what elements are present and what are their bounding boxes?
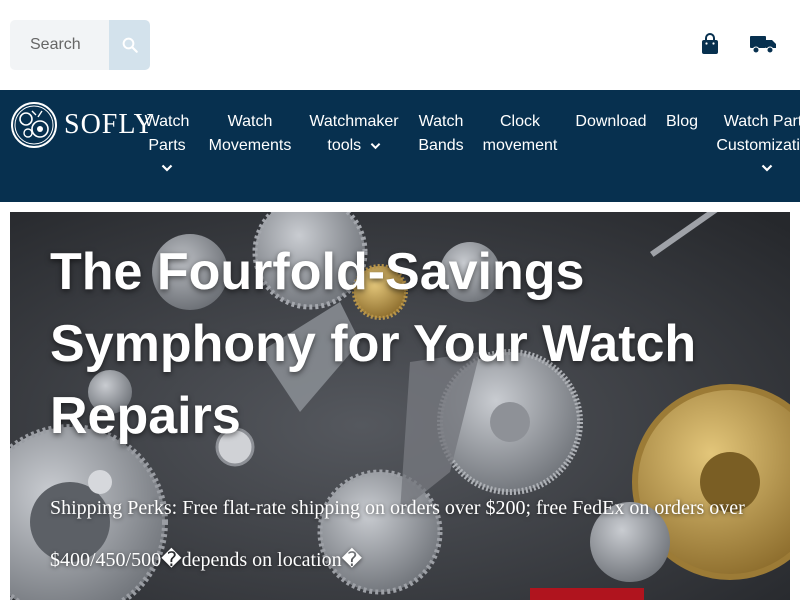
delivery-truck-icon [750, 36, 776, 54]
hero-subtitle: Shipping Perks: Free flat-rate shipping … [50, 497, 745, 571]
main-navigation: SOFLY Watch Parts Watch Movements Watchm… [0, 90, 800, 202]
nav-label: Download [575, 113, 647, 130]
nav-label-line2: Bands [418, 137, 464, 154]
nav-item-watch-bands[interactable]: Watch Bands [414, 110, 468, 158]
nav-item-watch-parts[interactable]: Watch Parts [142, 110, 192, 172]
nav-label-line1: Watch [227, 113, 273, 130]
search-bar [10, 20, 150, 70]
nav-item-watch-parts-customization[interactable]: Watch Parts Customization [714, 110, 800, 172]
chevron-down-icon [161, 164, 173, 172]
nav-item-watch-movements[interactable]: Watch Movements [205, 110, 295, 158]
brand-logo[interactable]: SOFLY [10, 100, 155, 150]
chevron-down-icon [370, 142, 380, 150]
gear-logo-icon [11, 102, 57, 148]
cart-button[interactable] [695, 30, 725, 58]
nav-label-line2: Parts [148, 137, 186, 154]
search-icon [122, 37, 138, 53]
nav-item-blog[interactable]: Blog [662, 110, 702, 134]
hero-cta-button[interactable] [530, 588, 644, 600]
nav-label-line2: Movements [208, 137, 292, 154]
top-header [0, 0, 800, 90]
chevron-down-icon [761, 164, 773, 172]
nav-label-line2: tools [327, 137, 362, 154]
hero-banner: The Fourfold-Savings Symphony for Your W… [10, 212, 790, 600]
shipping-button[interactable] [748, 30, 778, 58]
nav-item-download[interactable]: Download [572, 110, 650, 134]
nav-label-line2: Customization [716, 137, 800, 154]
nav-label-line1: Watch [144, 113, 190, 130]
nav-label-line1: Watch Parts [723, 113, 800, 130]
nav-label-line1: Watch [418, 113, 464, 130]
shopping-bag-icon [702, 33, 718, 54]
search-input[interactable] [10, 20, 109, 70]
nav-item-clock-movement[interactable]: Clock movement [480, 110, 560, 158]
nav-label-line1: Clock [499, 113, 540, 130]
nav-item-watchmaker-tools[interactable]: Watchmaker tools [306, 110, 402, 158]
hero-title: The Fourfold-Savings Symphony for Your W… [50, 243, 697, 445]
nav-label-line2: movement [482, 137, 558, 154]
search-button[interactable] [109, 20, 150, 70]
nav-label-line1: Watchmaker [309, 113, 399, 130]
nav-label: Blog [665, 113, 699, 130]
